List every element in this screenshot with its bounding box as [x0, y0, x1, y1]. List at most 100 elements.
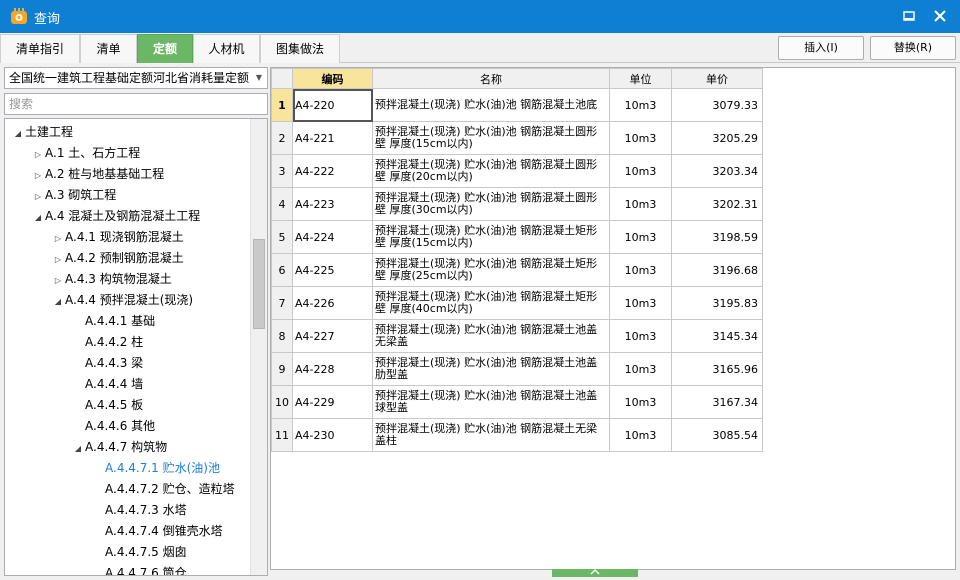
tree-item[interactable]: ▷ A.4.3 构筑物混凝土 — [51, 269, 172, 290]
code-cell[interactable]: A4-221 — [292, 121, 373, 155]
tree-item[interactable]: ◢ 土建工程 — [11, 122, 73, 143]
unit-cell[interactable]: 10m3 — [609, 286, 672, 320]
row-number-cell[interactable]: 1 — [271, 88, 293, 122]
table-row[interactable]: 1 A4-220 预拌混凝土(现浇) 贮水(油)池 钢筋混凝土池底 10m3 3079.… — [271, 88, 763, 122]
tree-item[interactable]: A.4.4.4 墙 — [71, 374, 143, 395]
table-row[interactable]: 2 A4-221 预拌混凝土(现浇) 贮水(油)池 钢筋混凝土圆形壁 厚度(15cm… — [271, 121, 763, 155]
unit-cell[interactable]: 10m3 — [609, 385, 672, 419]
code-cell[interactable]: A4-229 — [292, 385, 373, 419]
table-row[interactable]: 10 A4-229 预拌混凝土(现浇) 贮水(油)池 钢筋混凝土池盖 球型盖 10m3… — [271, 385, 763, 419]
name-cell[interactable]: 预拌混凝土(现浇) 贮水(油)池 钢筋混凝土池底 — [372, 88, 610, 122]
tree-expand-icon[interactable]: ▷ — [51, 228, 65, 249]
tree-item[interactable]: A.4.4.7.1 贮水(油)池 — [91, 458, 220, 479]
row-number-cell[interactable]: 11 — [271, 418, 293, 452]
tree-item[interactable]: ▷ A.4.2 预制钢筋混凝土 — [51, 248, 184, 269]
table-row[interactable]: 4 A4-223 预拌混凝土(现浇) 贮水(油)池 钢筋混凝土圆形壁 厚度(30cm… — [271, 187, 763, 221]
table-row[interactable]: 9 A4-228 预拌混凝土(现浇) 贮水(油)池 钢筋混凝土池盖 肋型盖 10m3 3… — [271, 352, 763, 386]
tree-scroll-thumb[interactable] — [253, 239, 265, 329]
tree-item[interactable]: A.4.4.7.3 水塔 — [91, 500, 187, 521]
row-number-cell[interactable]: 9 — [271, 352, 293, 386]
name-cell[interactable]: 预拌混凝土(现浇) 贮水(油)池 钢筋混凝土圆形壁 厚度(30cm以内) — [372, 187, 610, 221]
code-cell[interactable]: A4-228 — [292, 352, 373, 386]
tab-atlas-method[interactable]: 图集做法 — [260, 34, 340, 63]
row-number-cell[interactable]: 2 — [271, 121, 293, 155]
code-cell[interactable]: A4-222 — [292, 154, 373, 188]
price-cell[interactable]: 3165.96 — [671, 352, 763, 386]
tree-scrollbar[interactable] — [250, 119, 267, 575]
panel-collapse-handle[interactable] — [552, 569, 638, 577]
tree-item[interactable]: A.4.4.5 板 — [71, 395, 143, 416]
price-cell[interactable]: 3198.59 — [671, 220, 763, 254]
minimize-button[interactable] — [897, 5, 921, 27]
tree-item[interactable]: ◢ A.4.4.7 构筑物 — [71, 437, 167, 458]
row-number-cell[interactable]: 4 — [271, 187, 293, 221]
row-number-cell[interactable]: 7 — [271, 286, 293, 320]
unit-cell[interactable]: 10m3 — [609, 253, 672, 287]
tree-item[interactable]: A.4.4.1 基础 — [71, 311, 155, 332]
table-row[interactable]: 8 A4-227 预拌混凝土(现浇) 贮水(油)池 钢筋混凝土池盖 无梁盖 10m3 3… — [271, 319, 763, 353]
unit-cell[interactable]: 10m3 — [609, 154, 672, 188]
header-code[interactable]: 编码 — [292, 68, 373, 89]
unit-cell[interactable]: 10m3 — [609, 88, 672, 122]
table-row[interactable]: 7 A4-226 预拌混凝土(现浇) 贮水(油)池 钢筋混凝土矩形壁 厚度(40cm… — [271, 286, 763, 320]
tree-item[interactable]: ▷ A.3 砌筑工程 — [31, 185, 116, 206]
price-cell[interactable]: 3203.34 — [671, 154, 763, 188]
search-input[interactable]: 搜索 — [4, 93, 268, 115]
name-cell[interactable]: 预拌混凝土(现浇) 贮水(油)池 钢筋混凝土池盖 球型盖 — [372, 385, 610, 419]
tree-collapse-icon[interactable]: ◢ — [51, 291, 65, 312]
price-cell[interactable]: 3205.29 — [671, 121, 763, 155]
tree-item[interactable]: A.4.4.7.4 倒锥壳水塔 — [91, 521, 223, 542]
price-cell[interactable]: 3079.33 — [671, 88, 763, 122]
name-cell[interactable]: 预拌混凝土(现浇) 贮水(油)池 钢筋混凝土池盖 无梁盖 — [372, 319, 610, 353]
unit-cell[interactable]: 10m3 — [609, 352, 672, 386]
price-cell[interactable]: 3202.31 — [671, 187, 763, 221]
tree-item[interactable]: A.4.4.3 梁 — [71, 353, 143, 374]
chevron-down-icon[interactable]: ▼ — [254, 68, 264, 88]
unit-cell[interactable]: 10m3 — [609, 418, 672, 452]
name-cell[interactable]: 预拌混凝土(现浇) 贮水(油)池 钢筋混凝土池盖 肋型盖 — [372, 352, 610, 386]
tab-list[interactable]: 清单 — [80, 34, 137, 63]
price-cell[interactable]: 3145.34 — [671, 319, 763, 353]
tree-expand-icon[interactable]: ▷ — [31, 144, 45, 165]
close-button[interactable] — [928, 5, 952, 27]
tab-labor-materials[interactable]: 人材机 — [193, 34, 260, 63]
tree-collapse-icon[interactable]: ◢ — [71, 438, 85, 459]
name-cell[interactable]: 预拌混凝土(现浇) 贮水(油)池 钢筋混凝土矩形壁 厚度(15cm以内) — [372, 220, 610, 254]
price-cell[interactable]: 3085.54 — [671, 418, 763, 452]
tree-item[interactable]: ▷ A.2 桩与地基基础工程 — [31, 164, 164, 185]
name-cell[interactable]: 预拌混凝土(现浇) 贮水(油)池 钢筋混凝土矩形壁 厚度(25cm以内) — [372, 253, 610, 287]
header-name[interactable]: 名称 — [372, 68, 610, 89]
tree-item[interactable]: A.4.4.7.6 筒仓 — [91, 563, 187, 575]
table-row[interactable]: 11 A4-230 预拌混凝土(现浇) 贮水(油)池 钢筋混凝土无梁盖柱 10m3 30… — [271, 418, 763, 452]
tree-expand-icon[interactable]: ▷ — [31, 186, 45, 207]
name-cell[interactable]: 预拌混凝土(现浇) 贮水(油)池 钢筋混凝土圆形壁 厚度(20cm以内) — [372, 154, 610, 188]
unit-cell[interactable]: 10m3 — [609, 220, 672, 254]
replace-button[interactable]: 替换(R) — [870, 36, 956, 60]
price-cell[interactable]: 3167.34 — [671, 385, 763, 419]
name-cell[interactable]: 预拌混凝土(现浇) 贮水(油)池 钢筋混凝土圆形壁 厚度(15cm以内) — [372, 121, 610, 155]
tree-item[interactable]: ◢ A.4 混凝土及钢筋混凝土工程 — [31, 206, 200, 227]
tree-item[interactable]: A.4.4.6 其他 — [71, 416, 155, 437]
tab-list-guide[interactable]: 清单指引 — [0, 34, 80, 63]
header-unit[interactable]: 单位 — [609, 68, 672, 89]
name-cell[interactable]: 预拌混凝土(现浇) 贮水(油)池 钢筋混凝土矩形壁 厚度(40cm以内) — [372, 286, 610, 320]
code-cell[interactable]: A4-227 — [292, 319, 373, 353]
price-cell[interactable]: 3195.83 — [671, 286, 763, 320]
table-row[interactable]: 5 A4-224 预拌混凝土(现浇) 贮水(油)池 钢筋混凝土矩形壁 厚度(15cm… — [271, 220, 763, 254]
code-cell[interactable]: A4-224 — [292, 220, 373, 254]
price-cell[interactable]: 3196.68 — [671, 253, 763, 287]
tree-item[interactable]: ◢ A.4.4 预拌混凝土(现浇) — [51, 290, 193, 311]
code-cell[interactable]: A4-223 — [292, 187, 373, 221]
tree-collapse-icon[interactable]: ◢ — [31, 207, 45, 228]
insert-button[interactable]: 插入(I) — [778, 36, 864, 60]
quota-library-select[interactable]: 全国统一建筑工程基础定额河北省消耗量定额 ▼ — [4, 67, 268, 89]
row-number-cell[interactable]: 8 — [271, 319, 293, 353]
name-cell[interactable]: 预拌混凝土(现浇) 贮水(油)池 钢筋混凝土无梁盖柱 — [372, 418, 610, 452]
tree-expand-icon[interactable]: ▷ — [51, 270, 65, 291]
unit-cell[interactable]: 10m3 — [609, 187, 672, 221]
code-cell[interactable]: A4-226 — [292, 286, 373, 320]
header-price[interactable]: 单价 — [671, 68, 763, 89]
unit-cell[interactable]: 10m3 — [609, 319, 672, 353]
tree-item[interactable]: ▷ A.4.1 现浇钢筋混凝土 — [51, 227, 184, 248]
unit-cell[interactable]: 10m3 — [609, 121, 672, 155]
